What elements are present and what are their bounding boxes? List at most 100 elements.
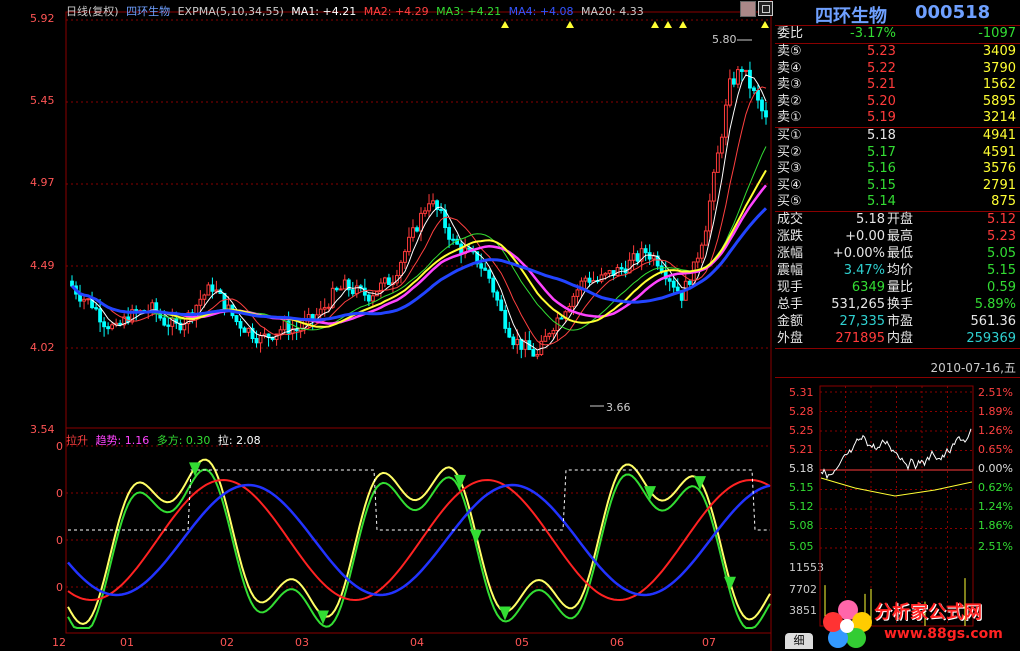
x-tick: 06: [610, 636, 624, 649]
candle-body: [242, 327, 247, 333]
period-label: 日线(复权): [66, 5, 119, 18]
candle-body: [744, 69, 748, 72]
order-price: 5.14: [867, 194, 896, 210]
indicator-pull: 拉: 2.08: [217, 434, 261, 447]
x-tick: 12: [52, 636, 66, 649]
candle-body: [699, 244, 704, 259]
candle-body: [599, 274, 604, 282]
candle-body: [258, 335, 263, 344]
ma2-label: MA2: +4.29: [363, 5, 429, 18]
stat-label: 震幅: [777, 263, 804, 278]
moving-average-line: [71, 169, 767, 328]
price-tick: 4.97: [30, 176, 55, 189]
stat-label: 最高: [887, 229, 914, 244]
order-volume: 5895: [982, 93, 1016, 109]
candle-body: [719, 136, 724, 154]
candle-body: [715, 152, 720, 173]
candle-body: [439, 208, 443, 211]
indicator-trend: 趋势: 1.16: [95, 434, 150, 447]
candle-body: [326, 306, 331, 309]
indicator-header: 拉升 趋势: 1.16 多方: 0.30 拉: 2.08: [66, 432, 261, 448]
weibi-label: 委比: [777, 26, 804, 41]
candle-body: [491, 277, 496, 293]
candle-body: [318, 308, 323, 316]
candle-body: [387, 277, 391, 285]
candle-body: [583, 277, 588, 282]
stat-value: 561.36: [970, 314, 1017, 329]
order-row: 卖③ 5.21 1562: [775, 77, 1020, 93]
order-row: 卖④ 5.22 3790: [775, 61, 1020, 77]
candle-body: [707, 200, 712, 232]
x-tick: 07: [702, 636, 716, 649]
settings-icon[interactable]: [740, 1, 756, 17]
order-price: 5.17: [867, 144, 896, 160]
order-price: 5.16: [867, 161, 896, 177]
candle-body: [736, 69, 740, 85]
stat-row: 涨跌 +0.00 最高 5.23: [775, 229, 1020, 245]
signal-triangle-icon: [664, 21, 672, 28]
signal-triangle-icon: [566, 21, 574, 28]
stat-row: 成交 5.18 开盘 5.12: [775, 212, 1020, 228]
stat-label: 量比: [887, 280, 914, 295]
candle-body: [411, 227, 415, 238]
order-label: 买④: [777, 177, 802, 193]
stat-row: 涨幅 +0.00% 最低 5.05: [775, 246, 1020, 262]
stat-row: 现手 6349 量比 0.59: [775, 280, 1020, 296]
candle-body: [246, 327, 251, 333]
stat-value: 5.23: [987, 229, 1016, 244]
stat-value: +0.00: [845, 229, 885, 244]
candle-body: [202, 294, 207, 300]
stat-row: 震幅 3.47% 均价 5.15: [775, 263, 1020, 279]
candle-body: [515, 338, 520, 346]
candle-body: [282, 320, 287, 331]
ma3-label: MA3: +4.21: [436, 5, 502, 18]
order-volume: 4941: [982, 128, 1016, 143]
stat-row: 金额 27,335 市盈 561.36: [775, 314, 1020, 330]
candle-body: [210, 284, 215, 292]
candle-body: [234, 315, 239, 323]
candle-body: [110, 324, 115, 330]
candle-body: [399, 261, 403, 277]
quote-title: 四环生物 000518: [775, 0, 1020, 27]
stat-value: 5.12: [987, 212, 1016, 227]
order-price: 5.15: [867, 177, 896, 193]
x-tick: 05: [515, 636, 529, 649]
candle-body: [764, 110, 768, 118]
candle-body: [447, 227, 451, 240]
stat-label: 金额: [777, 314, 804, 329]
moving-average-line: [71, 184, 767, 325]
candle-body: [82, 298, 86, 302]
order-label: 买③: [777, 161, 802, 177]
down-arrow-icon: [470, 529, 482, 544]
candle-body: [756, 90, 760, 101]
stat-value: 5.18: [856, 212, 885, 227]
indicator-tick: 0: [56, 440, 63, 453]
candle-body: [695, 257, 700, 263]
candle-body: [166, 324, 171, 327]
candle-body: [543, 335, 548, 342]
order-row: 买③ 5.16 3576: [775, 161, 1020, 177]
candle-body: [86, 298, 90, 301]
candle-body: [467, 247, 472, 250]
indicator-tick: 0: [56, 487, 63, 500]
price-tick: 3.54: [30, 423, 55, 436]
window-button[interactable]: [758, 1, 773, 16]
candle-body: [206, 284, 211, 296]
order-volume: 4591: [982, 144, 1016, 160]
candle-body: [675, 286, 680, 292]
chart-area[interactable]: [0, 0, 775, 651]
site-logo: 分析家公式网 www.88gs.com: [818, 596, 1018, 650]
candle-body: [198, 298, 203, 306]
candle-body: [607, 270, 612, 274]
candle-body: [403, 251, 407, 263]
stat-value: 6349: [851, 280, 885, 295]
stat-label: 换手: [887, 297, 914, 312]
weibi-pct: -3.17%: [850, 26, 896, 41]
order-volume: 3214: [982, 110, 1016, 126]
order-price: 5.23: [867, 44, 896, 59]
tab-detail[interactable]: 细: [785, 633, 813, 649]
price-tick: 5.92: [30, 12, 55, 25]
candle-body: [740, 69, 744, 72]
candle-body: [760, 99, 764, 112]
order-price: 5.19: [867, 110, 896, 126]
